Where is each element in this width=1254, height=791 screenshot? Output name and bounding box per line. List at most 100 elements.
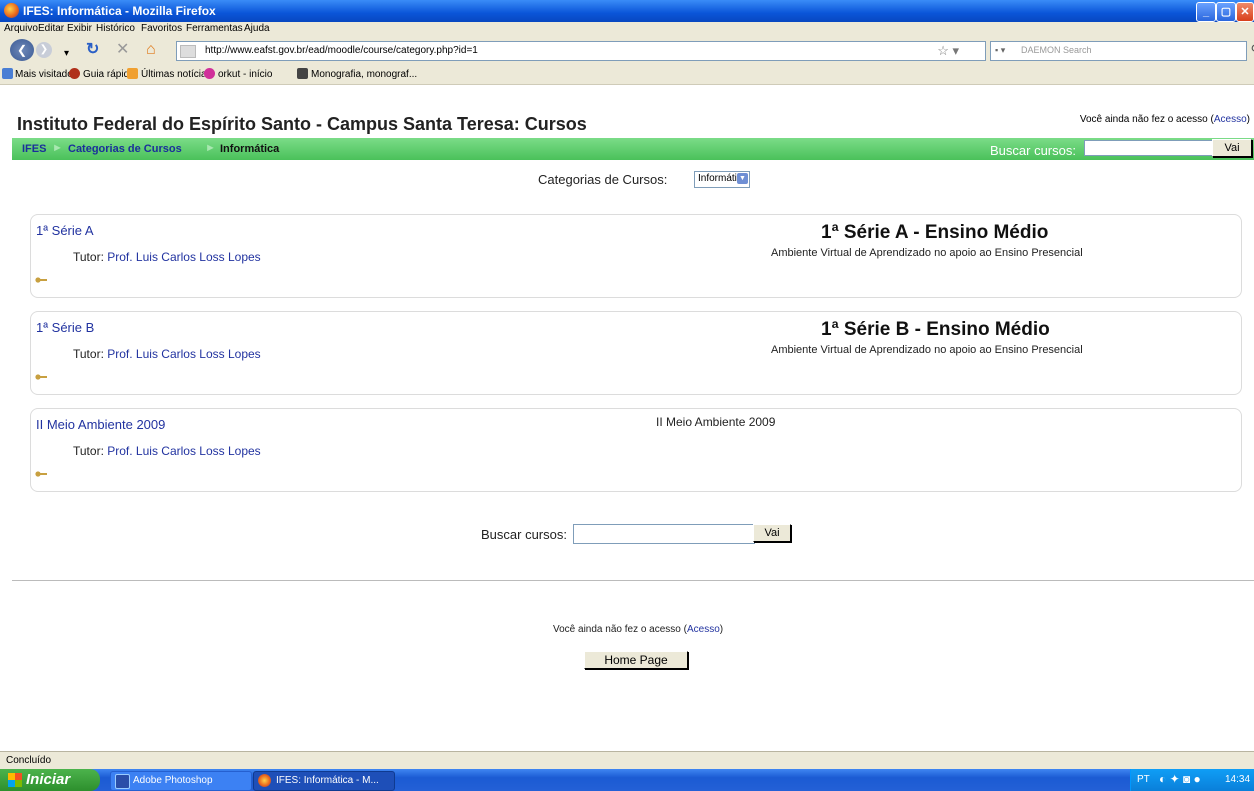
- search-courses-label-bottom: Buscar cursos:: [481, 527, 567, 542]
- login-link-bottom[interactable]: Acesso: [687, 624, 720, 635]
- course-summary-text: Ambiente Virtual de Aprendizado no apoio…: [771, 247, 1083, 259]
- navigation-toolbar: ❮ ❯ ▾ ↻ ✕ ⌂ http://www.eafst.gov.br/ead/…: [0, 36, 1254, 64]
- menu-bar: Arquivo Editar Exibir Histórico Favorito…: [0, 22, 1254, 36]
- footer-divider: [12, 580, 1254, 581]
- course-name-link[interactable]: 1ª Série A: [36, 223, 94, 238]
- url-text: http://www.eafst.gov.br/ead/moodle/cours…: [205, 45, 478, 56]
- course-tutor: Tutor: Prof. Luis Carlos Loss Lopes: [73, 444, 261, 458]
- menu-ferramentas[interactable]: Ferramentas: [186, 23, 243, 34]
- course-tutor: Tutor: Prof. Luis Carlos Loss Lopes: [73, 347, 261, 361]
- login-link-top[interactable]: Acesso: [1214, 114, 1247, 125]
- course-summary-text: Ambiente Virtual de Aprendizado no apoio…: [771, 344, 1083, 356]
- course-box: 1ª Série A Tutor: Prof. Luis Carlos Loss…: [30, 214, 1242, 298]
- system-tray: PT ◐ ✦ ◙ ● 14:34: [1130, 769, 1254, 791]
- navigation-bar: IFES ► Categorias de Cursos ► Informátic…: [12, 138, 1254, 160]
- guia-rapido-icon: [69, 68, 80, 79]
- maximize-button[interactable]: ▢: [1216, 2, 1236, 22]
- search-go-button-bottom[interactable]: Vai: [753, 524, 791, 542]
- tray-icons[interactable]: ◐ ✦ ◙ ●: [1159, 772, 1201, 786]
- breadcrumb-ifes[interactable]: IFES: [22, 143, 46, 155]
- monografia-icon: [297, 68, 308, 79]
- orkut-icon: [204, 68, 215, 79]
- tutor-link[interactable]: Prof. Luis Carlos Loss Lopes: [107, 250, 260, 264]
- course-name-link[interactable]: II Meio Ambiente 2009: [36, 417, 165, 432]
- forward-button[interactable]: ❯: [36, 42, 52, 58]
- guest-access-key-icon: [35, 374, 47, 380]
- window-title: IFES: Informática - Mozilla Firefox: [23, 4, 216, 18]
- login-info-text: Você ainda não fez o acesso (: [1079, 114, 1214, 125]
- mais-visitados-icon: [2, 68, 13, 79]
- course-name-link[interactable]: 1ª Série B: [36, 320, 94, 335]
- login-info-close: ): [1246, 114, 1250, 125]
- language-indicator[interactable]: PT: [1137, 774, 1150, 785]
- taskbar-item-photoshop[interactable]: Adobe Photoshop: [110, 771, 252, 791]
- site-favicon: [180, 45, 196, 58]
- login-info-top: Você ainda não fez o acesso (Acesso): [1080, 114, 1250, 125]
- tutor-label: Tutor:: [73, 347, 104, 361]
- chevron-down-icon[interactable]: ▼: [737, 173, 748, 184]
- menu-favoritos[interactable]: Favoritos: [141, 23, 182, 34]
- menu-ajuda[interactable]: Ajuda: [244, 23, 270, 34]
- task-label: IFES: Informática - M...: [276, 775, 379, 786]
- breadcrumb-categorias[interactable]: Categorias de Cursos: [68, 143, 182, 155]
- search-courses-label: Buscar cursos:: [990, 143, 1076, 158]
- login-info-close: ): [719, 624, 724, 635]
- course-summary-title: 1ª Série B - Ensino Médio: [821, 319, 1050, 340]
- photoshop-icon: [115, 774, 130, 789]
- close-button[interactable]: ✕: [1236, 2, 1254, 22]
- home-icon[interactable]: ⌂: [146, 41, 156, 59]
- task-label: Adobe Photoshop: [133, 775, 213, 786]
- minimize-button[interactable]: _: [1196, 2, 1216, 22]
- login-info-text: Você ainda não fez o acesso (: [553, 624, 687, 635]
- stop-icon[interactable]: ✕: [116, 41, 129, 59]
- menu-historico[interactable]: Histórico: [96, 23, 135, 34]
- search-magnifier-icon[interactable]: ⚲: [1250, 42, 1254, 58]
- course-box: 1ª Série B Tutor: Prof. Luis Carlos Loss…: [30, 311, 1242, 395]
- home-page-button[interactable]: Home Page: [584, 651, 688, 669]
- windows-logo-icon: [8, 773, 22, 787]
- search-placeholder: DAEMON Search: [1021, 45, 1092, 55]
- bookmark-ultimas-noticias[interactable]: Últimas notícias: [141, 69, 212, 80]
- category-label: Categorias de Cursos:: [538, 172, 668, 187]
- breadcrumb-separator-icon: ►: [205, 142, 216, 154]
- firefox-icon: [258, 774, 271, 787]
- status-bar: Concluído: [0, 751, 1254, 770]
- menu-exibir[interactable]: Exibir: [67, 23, 92, 34]
- history-dropdown-icon[interactable]: ▾: [64, 45, 69, 63]
- tutor-link[interactable]: Prof. Luis Carlos Loss Lopes: [107, 347, 260, 361]
- search-go-button[interactable]: Vai: [1212, 139, 1252, 157]
- search-engine-icon[interactable]: ▪ ▾: [995, 45, 1005, 56]
- windows-taskbar: Iniciar Adobe Photoshop IFES: Informátic…: [0, 769, 1254, 791]
- menu-editar[interactable]: Editar: [38, 23, 64, 34]
- breadcrumb-informatica: Informática: [220, 143, 280, 155]
- bookmark-star-icon[interactable]: ☆ ▾: [937, 43, 959, 59]
- bookmarks-toolbar: Mais visitados Guia rápido Últimas notíc…: [0, 64, 1254, 85]
- course-summary-text: II Meio Ambiente 2009: [656, 415, 776, 429]
- course-box: II Meio Ambiente 2009 Tutor: Prof. Luis …: [30, 408, 1242, 492]
- rss-icon: [127, 68, 138, 79]
- login-info-bottom: Você ainda não fez o acesso (Acesso): [553, 624, 723, 635]
- firefox-icon: [4, 3, 19, 18]
- back-button[interactable]: ❮: [10, 39, 34, 61]
- breadcrumb-separator-icon: ►: [52, 142, 63, 154]
- page-title: Instituto Federal do Espírito Santo - Ca…: [17, 114, 587, 134]
- reload-icon[interactable]: ↻: [86, 41, 99, 59]
- tutor-label: Tutor:: [73, 250, 104, 264]
- start-label: Iniciar: [26, 771, 71, 788]
- bookmark-orkut[interactable]: orkut - início: [218, 69, 272, 80]
- course-summary-title: 1ª Série A - Ensino Médio: [821, 222, 1049, 243]
- search-bar[interactable]: ▪ ▾ DAEMON Search ⚲: [990, 41, 1254, 61]
- url-bar[interactable]: http://www.eafst.gov.br/ead/moodle/cours…: [176, 41, 986, 61]
- menu-arquivo[interactable]: Arquivo: [4, 23, 38, 34]
- taskbar-item-firefox[interactable]: IFES: Informática - M...: [253, 771, 395, 791]
- course-tutor: Tutor: Prof. Luis Carlos Loss Lopes: [73, 250, 261, 264]
- tutor-link[interactable]: Prof. Luis Carlos Loss Lopes: [107, 444, 260, 458]
- clock: 14:34: [1225, 774, 1251, 785]
- window-title-bar: IFES: Informática - Mozilla Firefox _ ▢ …: [0, 0, 1254, 22]
- status-text: Concluído: [6, 755, 52, 766]
- bookmark-monografia[interactable]: Monografia, monograf...: [311, 69, 417, 80]
- search-courses-input[interactable]: [1084, 140, 1214, 156]
- category-select[interactable]: Informática ▼: [694, 171, 750, 188]
- search-courses-input-bottom[interactable]: [573, 524, 755, 544]
- start-button[interactable]: Iniciar: [0, 769, 100, 791]
